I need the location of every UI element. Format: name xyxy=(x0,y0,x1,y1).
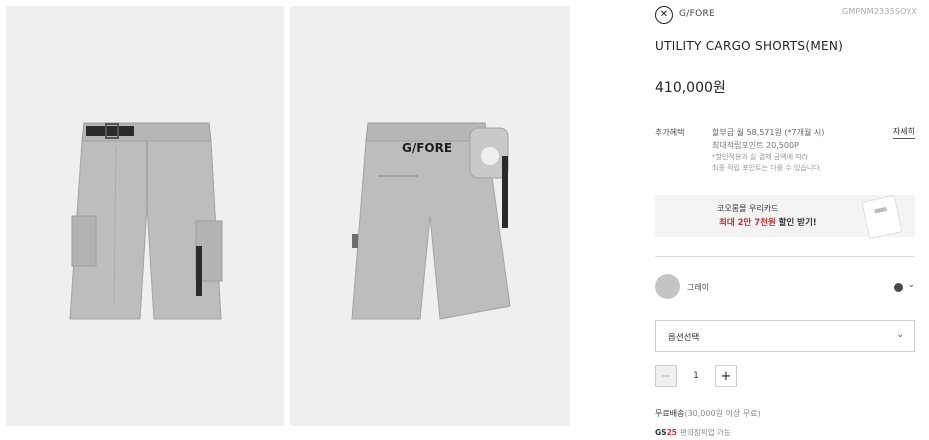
brand-logo-icon[interactable]: ✕ xyxy=(655,6,673,24)
shipping-condition: (30,000원 이상 무료) xyxy=(684,409,761,418)
card-promo-amount: 최대 2만 7천원 xyxy=(719,218,776,228)
pickup-info: GS25 편의점픽업 가능 xyxy=(655,427,731,439)
divider xyxy=(655,256,915,257)
shipping-main: 무료배송 xyxy=(655,409,685,418)
card-promo-text: 최대 2만 7천원 할인 받기! xyxy=(719,216,817,228)
card-promo-banner[interactable]: 코오롱몰 우리카드 최대 2만 7천원 할인 받기! xyxy=(655,194,915,240)
pickup-text: 편의점픽업 가능 xyxy=(680,428,731,437)
benefits-detail-link[interactable]: 자세히 xyxy=(892,126,915,139)
color-option-row[interactable]: 그레이 ⌄ xyxy=(655,274,917,302)
points-note-line1: *할인적용과 실 결제 금액에 따라 xyxy=(712,153,809,161)
installment-info: 할부금 월 58,571원 (*7개월 시) xyxy=(712,128,825,137)
gs25-logo-number: 25 xyxy=(666,428,677,437)
shorts-front-illustration xyxy=(69,122,223,320)
quantity-value[interactable]: 1 xyxy=(677,365,715,387)
product-price: 410,000원 xyxy=(655,80,726,96)
color-swatch[interactable] xyxy=(655,274,680,299)
back-print-text: G/FORE xyxy=(402,141,452,155)
product-info-panel: ✕ G/FORE GMPNM2335SOYX UTILITY CARGO SHO… xyxy=(655,0,917,440)
option-select-dropdown[interactable]: 옵션선택 ⌄ xyxy=(655,320,915,352)
quantity-stepper: − 1 + xyxy=(655,365,737,387)
shipping-info: 무료배송(30,000원 이상 무료) xyxy=(655,408,761,419)
points-note-line2: 최종 적립 포인트는 다를 수 있습니다. xyxy=(712,164,822,172)
gs25-logo-icon: GS25 xyxy=(655,428,677,437)
selected-color-dot xyxy=(894,283,903,292)
quantity-increase-button[interactable]: + xyxy=(715,365,737,387)
brand-row: ✕ G/FORE GMPNM2335SOYX xyxy=(655,6,917,24)
quantity-decrease-button[interactable]: − xyxy=(655,365,677,387)
product-image-front[interactable] xyxy=(6,6,284,426)
card-promo-cta: 할인 받기! xyxy=(778,218,817,228)
credit-card-image xyxy=(861,194,903,240)
benefits-label: 추가혜택 xyxy=(655,128,685,137)
option-select-label: 옵션선택 xyxy=(668,333,700,343)
color-name: 그레이 xyxy=(687,283,710,292)
gs25-logo-text: GS xyxy=(655,428,667,437)
card-promo-title: 코오롱몰 우리카드 xyxy=(717,204,779,213)
shorts-back-illustration: G/FORE xyxy=(351,122,511,320)
points-info: 최대적립포인트 20,500P xyxy=(712,140,799,150)
chevron-down-icon: ⌄ xyxy=(896,330,904,340)
benefits-details: 할부금 월 58,571원 (*7개월 시) 최대적립포인트 20,500P *… xyxy=(712,127,824,174)
product-title: UTILITY CARGO SHORTS(MEN) xyxy=(655,39,844,53)
chevron-down-icon[interactable]: ⌄ xyxy=(907,280,915,290)
product-image-back[interactable]: G/FORE xyxy=(290,6,570,426)
product-code: GMPNM2335SOYX xyxy=(841,7,917,16)
brand-name[interactable]: G/FORE xyxy=(679,9,715,19)
